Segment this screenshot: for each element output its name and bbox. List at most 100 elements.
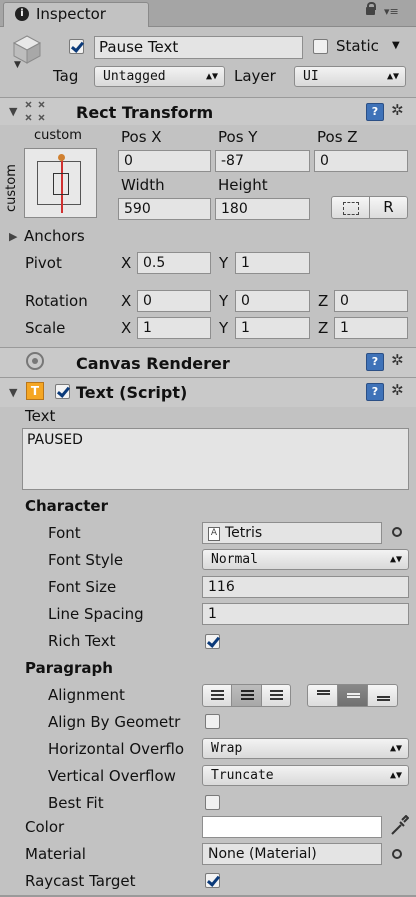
pos-z-field[interactable]: 0 — [314, 150, 408, 172]
horizontal-overflow-value: Wrap — [211, 741, 243, 756]
font-asset-icon: A — [208, 527, 220, 541]
raycast-target-label: Raycast Target — [25, 872, 136, 890]
dropdown-arrow-icon: ▲▼ — [205, 71, 218, 82]
static-checkbox[interactable] — [313, 39, 328, 54]
line-spacing-field[interactable]: 1 — [202, 603, 409, 625]
alignment-label: Alignment — [48, 686, 125, 704]
material-label: Material — [25, 845, 86, 863]
rotation-label: Rotation — [25, 292, 88, 310]
raw-edit-label: R — [383, 198, 394, 216]
anchors-label[interactable]: Anchors — [24, 227, 85, 245]
font-label: Font — [48, 524, 81, 542]
text-script-title: Text (Script) — [76, 383, 188, 402]
scale-y-field[interactable]: 1 — [235, 317, 310, 339]
eyedropper-icon[interactable] — [389, 814, 410, 837]
anchor-presets-button[interactable] — [24, 148, 97, 218]
object-picker-icon[interactable] — [392, 527, 402, 537]
text-label: Text — [25, 407, 56, 425]
align-bottom-button[interactable] — [367, 684, 398, 707]
material-field[interactable]: None (Material) — [202, 843, 382, 865]
rect-transform-icon — [24, 101, 46, 121]
horizontal-overflow-dropdown[interactable]: Wrap ▲▼ — [202, 738, 409, 759]
height-field[interactable]: 180 — [215, 198, 310, 220]
align-middle-icon — [347, 693, 360, 698]
text-enabled-checkbox[interactable] — [55, 384, 70, 399]
align-right-button[interactable] — [261, 684, 291, 707]
font-size-field[interactable]: 116 — [202, 576, 409, 598]
blueprint-mode-button[interactable] — [331, 196, 370, 219]
character-heading: Character — [25, 497, 108, 515]
scale-z-field[interactable]: 1 — [334, 317, 408, 339]
dropdown-arrow-icon: ▲▼ — [389, 743, 402, 754]
pos-y-field[interactable]: -87 — [215, 150, 310, 172]
align-center-button[interactable] — [231, 684, 262, 707]
align-top-button[interactable] — [307, 684, 338, 707]
vertical-overflow-dropdown[interactable]: Truncate ▲▼ — [202, 765, 409, 786]
rotation-y-field[interactable]: 0 — [235, 290, 310, 312]
pos-x-label: Pos X — [121, 128, 162, 146]
pivot-y-label: Y — [219, 254, 229, 272]
rotation-z-field[interactable]: 0 — [334, 290, 408, 312]
layer-label: Layer — [234, 67, 276, 85]
dropdown-arrow-icon: ▲▼ — [386, 71, 399, 82]
rotation-y-label: Y — [219, 292, 229, 310]
icon-dropdown-icon[interactable]: ▼ — [14, 60, 21, 70]
text-area[interactable]: PAUSED — [22, 428, 409, 490]
scale-z-label: Z — [318, 319, 329, 337]
paragraph-heading: Paragraph — [25, 659, 113, 677]
pos-x-field[interactable]: 0 — [118, 150, 211, 172]
pivot-x-field[interactable]: 0.5 — [137, 252, 211, 274]
tab-title: Inspector — [36, 5, 106, 23]
rich-text-label: Rich Text — [48, 632, 116, 650]
anchor-preview-rect — [53, 173, 69, 195]
vertical-overflow-value: Truncate — [211, 768, 274, 783]
width-field[interactable]: 590 — [118, 198, 211, 220]
font-style-value: Normal — [211, 552, 258, 567]
dropdown-arrow-icon: ▲▼ — [389, 554, 402, 565]
layer-dropdown[interactable]: UI ▲▼ — [294, 66, 406, 87]
anchor-preview-pivot — [58, 154, 65, 161]
rotation-x-field[interactable]: 0 — [137, 290, 211, 312]
scale-x-field[interactable]: 1 — [137, 317, 211, 339]
align-middle-button[interactable] — [337, 684, 368, 707]
pos-y-label: Pos Y — [218, 128, 258, 146]
active-checkbox[interactable] — [69, 39, 84, 54]
raw-edit-button[interactable]: R — [369, 196, 408, 219]
best-fit-checkbox[interactable] — [205, 795, 220, 810]
gear-icon[interactable]: ✲ — [391, 351, 404, 369]
fold-arrow-icon[interactable]: ▼ — [9, 105, 17, 118]
help-icon[interactable]: ? — [366, 103, 384, 121]
tab-menu-icon[interactable]: ▾≡ — [384, 5, 399, 18]
tag-dropdown[interactable]: Untagged ▲▼ — [94, 66, 225, 87]
object-picker-icon[interactable] — [392, 849, 402, 859]
pivot-y-field[interactable]: 1 — [235, 252, 310, 274]
scale-x-label: X — [121, 319, 132, 337]
inspector-tab[interactable]: i Inspector — [3, 2, 149, 27]
anchors-fold-icon[interactable]: ▶ — [9, 230, 17, 243]
align-left-icon — [211, 690, 224, 701]
font-size-label: Font Size — [48, 578, 117, 596]
canvas-renderer-title: Canvas Renderer — [76, 354, 230, 373]
font-field[interactable]: A Tetris — [202, 522, 382, 544]
tag-value: Untagged — [103, 69, 166, 84]
gear-icon[interactable]: ✲ — [391, 101, 404, 119]
align-by-geometry-checkbox[interactable] — [205, 714, 220, 729]
fold-arrow-icon[interactable]: ▼ — [9, 386, 17, 399]
help-icon[interactable]: ? — [366, 353, 384, 371]
align-left-button[interactable] — [202, 684, 232, 707]
width-label: Width — [121, 176, 165, 194]
color-swatch[interactable] — [202, 816, 382, 838]
raycast-target-checkbox[interactable] — [205, 873, 220, 888]
color-label: Color — [25, 818, 65, 836]
dropdown-arrow-icon: ▲▼ — [389, 770, 402, 781]
rotation-x-label: X — [121, 292, 132, 310]
object-name-field[interactable]: Pause Text — [94, 36, 303, 59]
font-value: Tetris — [225, 525, 263, 541]
horizontal-overflow-label: Horizontal Overflo — [48, 740, 185, 758]
help-icon[interactable]: ? — [366, 383, 384, 401]
rich-text-checkbox[interactable] — [205, 634, 220, 649]
tag-label: Tag — [53, 67, 79, 85]
font-style-dropdown[interactable]: Normal ▲▼ — [202, 549, 409, 570]
static-dropdown-icon[interactable]: ▼ — [392, 40, 400, 51]
gear-icon[interactable]: ✲ — [391, 381, 404, 399]
